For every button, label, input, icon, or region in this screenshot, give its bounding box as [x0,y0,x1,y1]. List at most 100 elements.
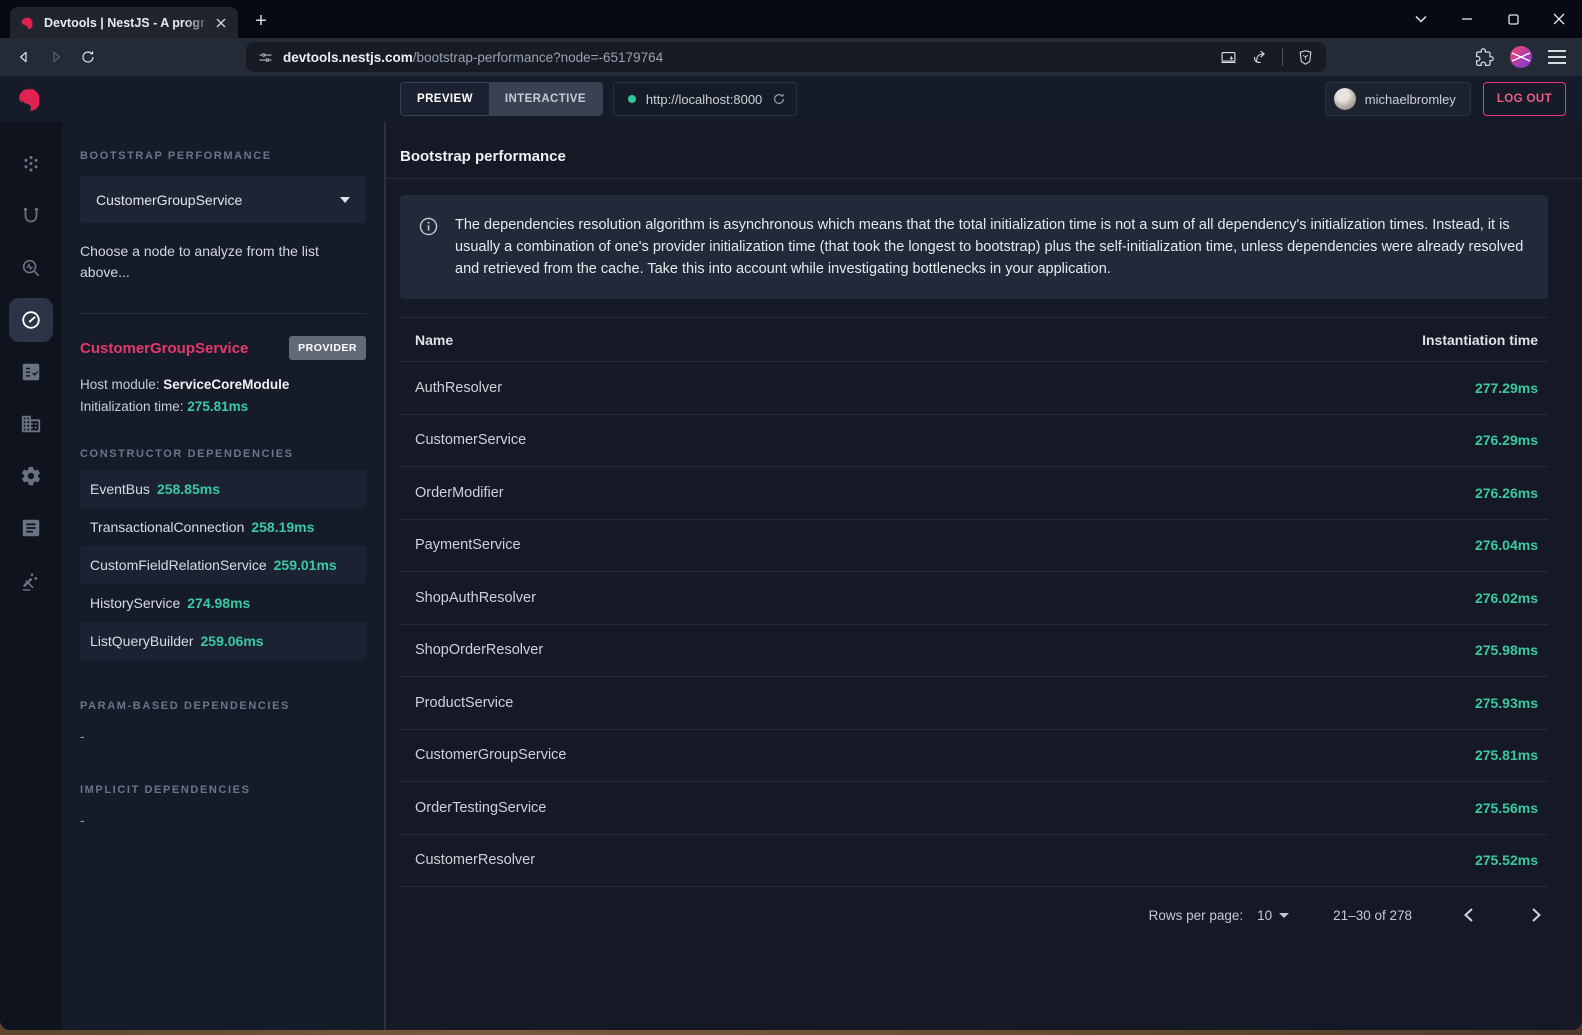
app-header: PREVIEW INTERACTIVE http://localhost:800… [0,76,1582,122]
sidebar-item-insights[interactable] [9,246,53,290]
table-row[interactable]: PaymentService276.04ms [400,520,1548,573]
pagination-range: 21–30 of 278 [1333,908,1412,923]
menu-icon[interactable] [1548,50,1566,64]
title-divider [386,178,1582,179]
constructor-deps-list: EventBus258.85ms TransactionalConnection… [80,470,366,660]
sidebar-item-routes[interactable] [9,194,53,238]
tab-search-icon[interactable] [1398,0,1444,38]
table-row[interactable]: OrderModifier276.26ms [400,467,1548,520]
implicit-deps-title: IMPLICIT DEPENDENCIES [80,784,366,796]
nestjs-favicon-icon [20,15,36,31]
tab-close-icon[interactable] [212,14,230,32]
window-controls [1398,0,1582,38]
sidebar-item-settings[interactable] [9,454,53,498]
rows-per-page-label: Rows per page: [1149,908,1244,923]
browser-tab[interactable]: Devtools | NestJS - A progressive [10,7,238,38]
user-avatar [1334,88,1356,110]
target-url: http://localhost:8000 [646,92,762,107]
url-path: /bootstrap-performance?node=-65179764 [413,50,663,65]
forward-icon[interactable] [40,42,72,72]
share-icon[interactable] [1251,49,1268,66]
chevron-down-icon [340,197,350,203]
preview-button[interactable]: PREVIEW [401,83,489,115]
site-settings-icon[interactable] [258,50,273,65]
table-row[interactable]: OrderTestingService275.56ms [400,782,1548,835]
tab-title: Devtools | NestJS - A progressive [44,16,204,30]
extensions-icon[interactable] [1475,48,1494,67]
node-select-value: CustomerGroupService [96,192,340,208]
table-row[interactable]: CustomerResolver275.52ms [400,835,1548,888]
browser-toolbar: devtools.nestjs.com/bootstrap-performanc… [0,38,1582,76]
nestjs-logo-icon[interactable] [0,76,62,122]
interactive-button[interactable]: INTERACTIVE [489,83,602,115]
close-icon[interactable] [1536,0,1582,38]
new-tab-button[interactable]: + [246,6,276,36]
node-select[interactable]: CustomerGroupService [80,176,366,223]
info-icon [418,216,439,280]
dep-list-item[interactable]: HistoryService274.98ms [80,584,366,622]
brave-shield-icon[interactable] [1297,49,1314,66]
previous-page-icon[interactable] [1456,903,1480,927]
icon-sidebar [0,122,62,1030]
logout-button[interactable]: LOG OUT [1483,82,1566,116]
selected-node-name: CustomerGroupService [80,340,248,357]
browser-window: Devtools | NestJS - A progressive + [0,0,1582,1030]
host-module-line: Host module: ServiceCoreModule [80,377,366,392]
mode-toggle: PREVIEW INTERACTIVE [400,82,603,116]
init-time-value: 275.81ms [187,399,248,414]
minimize-icon[interactable] [1444,0,1490,38]
panel-hint: Choose a node to analyze from the list a… [80,241,366,283]
rows-per-page-select[interactable]: 10 [1257,908,1289,923]
chevron-down-icon [1279,913,1289,918]
info-box: The dependencies resolution algorithm is… [400,195,1548,299]
table-row[interactable]: AuthResolver277.29ms [400,362,1548,415]
left-panel: BOOTSTRAP PERFORMANCE CustomerGroupServi… [62,122,386,1030]
table-header: Name Instantiation time [400,318,1548,362]
column-instantiation-time: Instantiation time [1422,332,1538,348]
sidebar-item-checklist[interactable] [9,350,53,394]
url-bar[interactable]: devtools.nestjs.com/bootstrap-performanc… [246,42,1326,72]
user-chip[interactable]: michaelbromley [1325,82,1471,116]
maximize-icon[interactable] [1490,0,1536,38]
table-row[interactable]: ShopOrderResolver275.98ms [400,625,1548,678]
table-row[interactable]: ShopAuthResolver276.02ms [400,572,1548,625]
url-host: devtools.nestjs.com [283,50,413,65]
dep-list-item[interactable]: CustomFieldRelationService259.01ms [80,546,366,584]
panel-section-title: BOOTSTRAP PERFORMANCE [80,150,366,162]
refresh-target-icon[interactable] [772,92,786,106]
table-row[interactable]: ProductService275.93ms [400,677,1548,730]
next-page-icon[interactable] [1524,903,1548,927]
performance-table: Name Instantiation time AuthResolver277.… [400,317,1548,887]
param-deps-title: PARAM-BASED DEPENDENCIES [80,700,366,712]
reload-icon[interactable] [72,42,104,72]
provider-badge: PROVIDER [289,336,366,360]
page-title: Bootstrap performance [400,148,1548,165]
table-row[interactable]: CustomerGroupService275.81ms [400,730,1548,783]
back-icon[interactable] [8,42,40,72]
sidebar-item-graph[interactable] [9,142,53,186]
sidebar-item-build[interactable] [9,558,53,602]
dep-list-item[interactable]: TransactionalConnection258.19ms [80,508,366,546]
toolbar-right [1475,46,1582,68]
host-module-value: ServiceCoreModule [163,377,289,392]
dep-list-item[interactable]: ListQueryBuilder259.06ms [80,622,366,660]
constructor-deps-title: CONSTRUCTOR DEPENDENCIES [80,448,366,460]
url-text: devtools.nestjs.com/bootstrap-performanc… [283,50,1210,65]
browser-tabbar: Devtools | NestJS - A progressive + [0,0,1582,38]
table-row[interactable]: CustomerService276.29ms [400,415,1548,468]
implicit-deps-empty: - [80,812,366,828]
url-trailing-icons [1220,48,1318,66]
user-name: michaelbromley [1365,92,1456,107]
info-text: The dependencies resolution algorithm is… [455,214,1524,280]
column-name: Name [415,332,1422,348]
sidebar-item-docs[interactable] [9,506,53,550]
init-time-line: Initialization time: 275.81ms [80,399,366,414]
sidebar-item-bootstrap-performance[interactable] [9,298,53,342]
panel-divider [80,313,366,314]
install-app-icon[interactable] [1220,49,1237,66]
dep-list-item[interactable]: EventBus258.85ms [80,470,366,508]
target-url-chip: http://localhost:8000 [613,82,797,116]
connection-status-dot [628,95,636,103]
browser-profile-avatar[interactable] [1510,46,1532,68]
sidebar-item-modules[interactable] [9,402,53,446]
